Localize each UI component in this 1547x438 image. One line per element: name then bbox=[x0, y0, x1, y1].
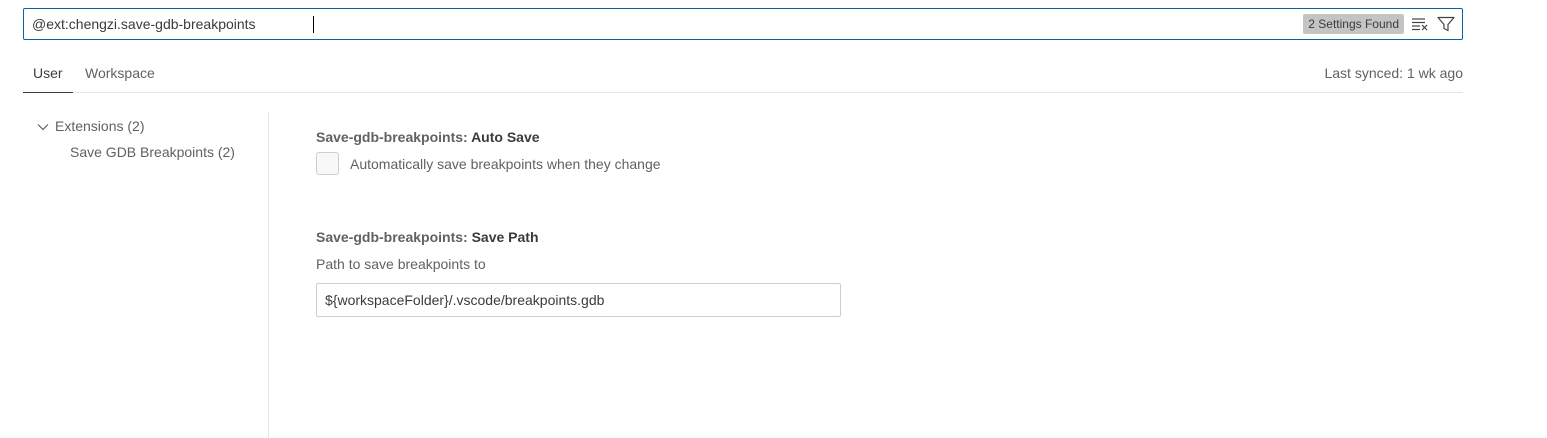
toc-item-save-gdb-breakpoints[interactable]: Save GDB Breakpoints (2) bbox=[70, 144, 235, 160]
clear-filter-icon[interactable] bbox=[1410, 14, 1430, 34]
setting-name: Save Path bbox=[471, 229, 539, 245]
save-path-description: Path to save breakpoints to bbox=[316, 256, 486, 272]
search-input[interactable]: @ext:chengzi.save-gdb-breakpoints bbox=[32, 9, 256, 39]
tab-workspace[interactable]: Workspace bbox=[75, 56, 165, 93]
setting-title: Save-gdb-breakpoints: Auto Save bbox=[316, 129, 661, 145]
setting-save-path: Save-gdb-breakpoints: Save Path Path to … bbox=[316, 229, 841, 317]
settings-target-tabs: User Workspace Last synced: 1 wk ago bbox=[23, 56, 1463, 93]
setting-category: Save-gdb-breakpoints: bbox=[316, 229, 472, 245]
text-caret bbox=[313, 16, 314, 33]
auto-save-checkbox[interactable] bbox=[316, 152, 339, 175]
save-path-input[interactable] bbox=[316, 283, 841, 317]
setting-auto-save: Save-gdb-breakpoints: Auto Save Automati… bbox=[316, 129, 661, 175]
setting-name: Auto Save bbox=[471, 129, 540, 145]
settings-search-bar[interactable]: @ext:chengzi.save-gdb-breakpoints 2 Sett… bbox=[23, 8, 1463, 40]
setting-title: Save-gdb-breakpoints: Save Path bbox=[316, 229, 841, 245]
auto-save-label: Automatically save breakpoints when they… bbox=[350, 155, 661, 172]
chevron-down-icon bbox=[37, 118, 49, 134]
settings-count-badge: 2 Settings Found bbox=[1303, 14, 1404, 34]
toc-group-label: Extensions (2) bbox=[55, 118, 145, 134]
toc-group-extensions[interactable]: Extensions (2) bbox=[37, 116, 144, 136]
setting-category: Save-gdb-breakpoints: bbox=[316, 129, 472, 145]
sync-status: Last synced: 1 wk ago bbox=[1324, 65, 1463, 81]
filter-icon[interactable] bbox=[1436, 14, 1456, 34]
tab-user[interactable]: User bbox=[23, 56, 73, 93]
settings-toc: Extensions (2) Save GDB Breakpoints (2) bbox=[23, 112, 269, 438]
